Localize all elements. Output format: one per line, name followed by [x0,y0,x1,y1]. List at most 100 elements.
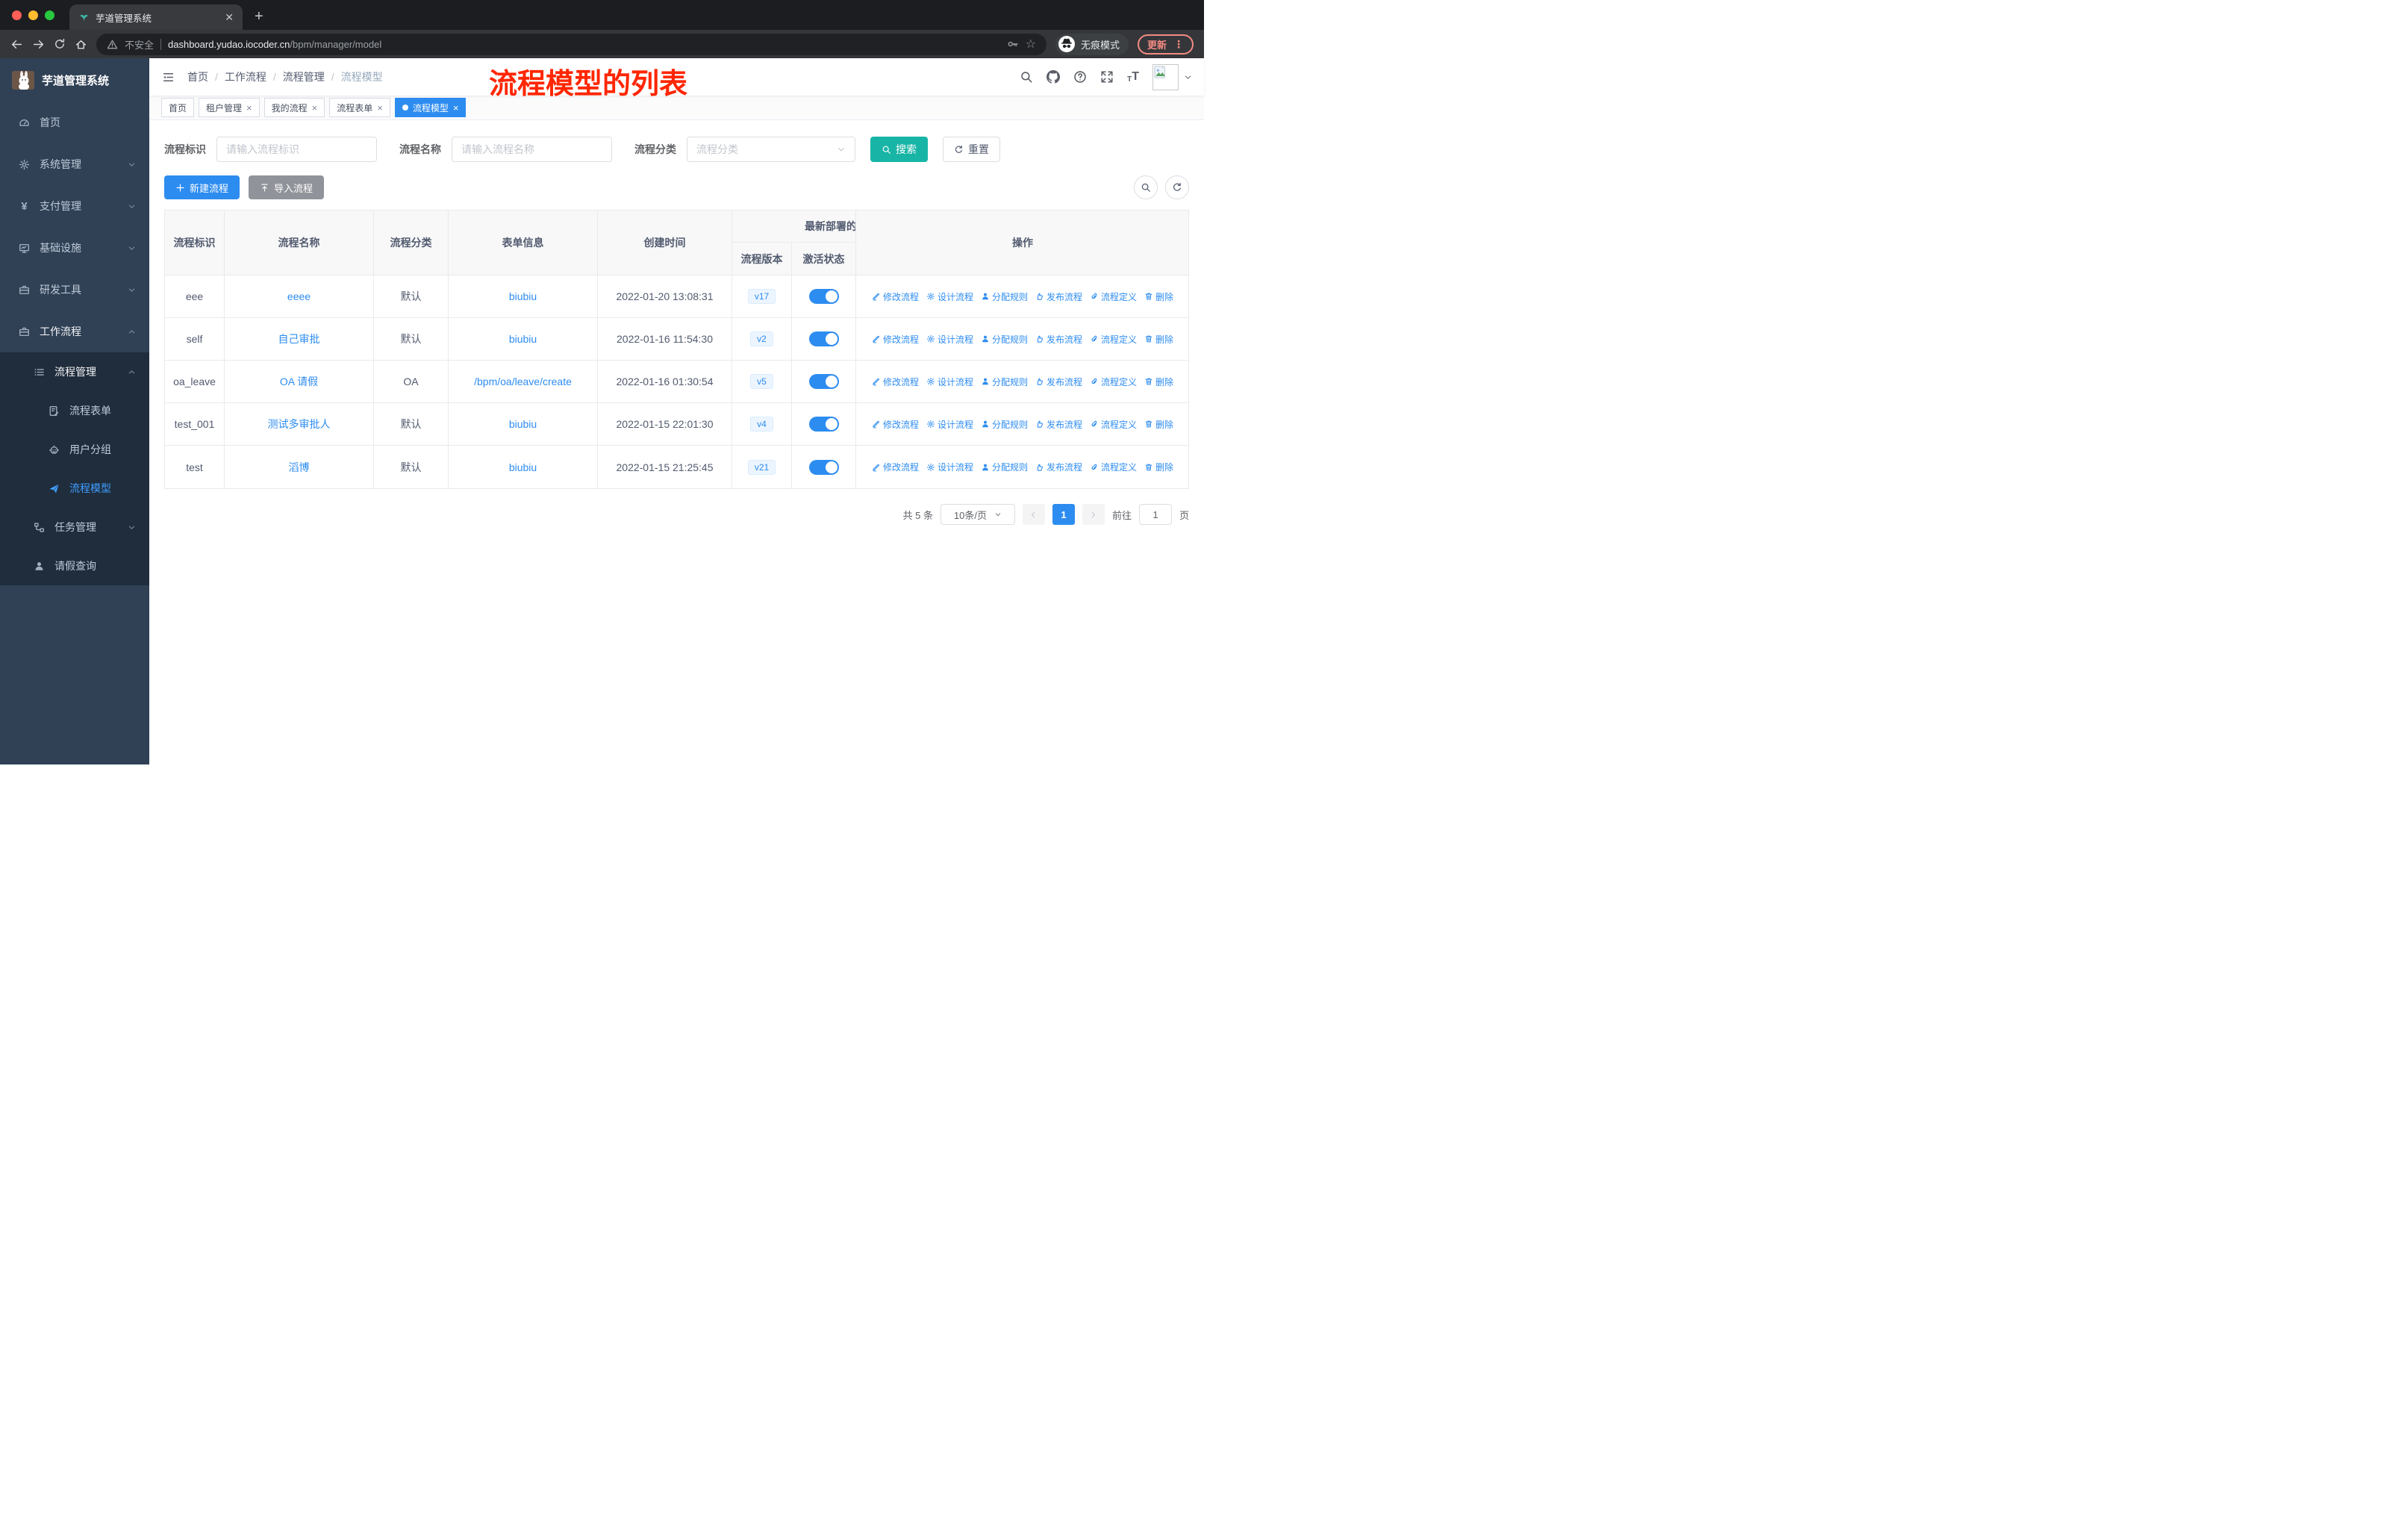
page-number-button[interactable]: 1 [1052,504,1075,525]
star-icon[interactable]: ☆ [1026,37,1036,52]
action-assign[interactable]: 分配规则 [981,461,1028,473]
model-name-link[interactable]: 滔博 [289,460,310,475]
form-link[interactable]: biubiu [509,290,537,302]
close-icon[interactable]: × [246,103,252,113]
version-tag[interactable]: v5 [750,374,773,389]
model-name-link[interactable]: 自己审批 [278,331,320,346]
action-edit[interactable]: 修改流程 [872,376,919,388]
menu-dots-icon[interactable]: ⋮ [1173,38,1184,51]
tag-item[interactable]: 流程表单 × [329,98,390,117]
sidebar-item-pay[interactable]: ¥ 支付管理 [0,185,149,227]
action-design[interactable]: 设计流程 [926,376,973,388]
github-icon[interactable] [1047,70,1061,84]
action-assign[interactable]: 分配规则 [981,376,1028,388]
import-model-button[interactable]: 导入流程 [249,175,325,199]
form-link[interactable]: /bpm/oa/leave/create [474,376,572,387]
form-link[interactable]: biubiu [509,461,537,473]
font-size-icon[interactable]: TT [1127,70,1139,84]
sidebar-collapse-button[interactable] [161,70,175,84]
status-toggle[interactable] [808,374,839,389]
breadcrumb-item[interactable]: 首页 [187,69,208,84]
prev-page-button[interactable] [1022,504,1045,525]
action-publish[interactable]: 发布流程 [1035,333,1082,346]
fullscreen-icon[interactable] [1100,70,1114,84]
next-page-button[interactable] [1082,504,1105,525]
action-delete[interactable]: 删除 [1144,376,1173,388]
new-tab-button[interactable]: + [255,9,263,24]
tag-item[interactable]: 首页 [161,98,195,117]
user-avatar-menu[interactable] [1152,63,1192,90]
breadcrumb-item[interactable]: 工作流程 [225,69,266,84]
action-publish[interactable]: 发布流程 [1035,376,1082,388]
tab-close-icon[interactable]: ✕ [225,11,234,24]
action-publish[interactable]: 发布流程 [1035,461,1082,473]
sidebar-item-infra[interactable]: 基础设施 [0,227,149,269]
form-link[interactable]: biubiu [509,333,537,345]
action-definition[interactable]: 流程定义 [1090,333,1137,346]
action-assign[interactable]: 分配规则 [981,418,1028,431]
maximize-window-button[interactable] [45,10,54,20]
close-window-button[interactable] [12,10,22,20]
filter-category-select[interactable]: 流程分类 [687,137,855,162]
sidebar-item-user-group[interactable]: 用户分组 [0,430,149,469]
action-edit[interactable]: 修改流程 [872,290,919,303]
action-edit[interactable]: 修改流程 [872,333,919,346]
version-tag[interactable]: v4 [750,417,773,432]
action-design[interactable]: 设计流程 [926,290,973,303]
sidebar-item-bpm-manage[interactable]: 流程管理 [0,352,149,391]
action-publish[interactable]: 发布流程 [1035,418,1082,431]
action-design[interactable]: 设计流程 [926,333,973,346]
action-definition[interactable]: 流程定义 [1090,290,1137,303]
action-delete[interactable]: 删除 [1144,290,1173,303]
tag-item[interactable]: 我的流程 × [263,98,325,117]
action-delete[interactable]: 删除 [1144,418,1173,431]
model-name-link[interactable]: eeee [287,290,311,302]
status-toggle[interactable] [808,331,839,346]
page-size-select[interactable]: 10条/页 [940,504,1015,525]
sidebar-item-bpm-form[interactable]: 流程表单 [0,391,149,430]
close-icon[interactable]: × [453,103,459,113]
action-assign[interactable]: 分配规则 [981,290,1028,303]
filter-name-input[interactable] [452,137,612,162]
sidebar-item-workflow[interactable]: 工作流程 [0,311,149,352]
status-toggle[interactable] [808,459,839,475]
help-icon[interactable] [1073,70,1087,84]
reset-button[interactable]: 重置 [943,137,1000,162]
key-icon[interactable] [1007,38,1019,50]
breadcrumb-item[interactable]: 流程管理 [283,69,325,84]
tag-item[interactable]: 租户管理 × [199,98,260,117]
action-definition[interactable]: 流程定义 [1090,461,1137,473]
sidebar-item-task-manage[interactable]: 任务管理 [0,508,149,546]
form-link[interactable]: biubiu [509,418,537,430]
action-definition[interactable]: 流程定义 [1090,376,1137,388]
action-delete[interactable]: 删除 [1144,333,1173,346]
model-name-link[interactable]: OA 请假 [280,374,318,389]
goto-page-input[interactable] [1138,504,1172,525]
action-publish[interactable]: 发布流程 [1035,290,1082,303]
show-search-button[interactable] [1134,175,1158,199]
version-tag[interactable]: v17 [747,289,776,304]
action-delete[interactable]: 删除 [1144,461,1173,473]
create-model-button[interactable]: 新建流程 [164,175,240,199]
status-toggle[interactable] [808,417,839,432]
minimize-window-button[interactable] [28,10,38,20]
table-refresh-button[interactable] [1165,175,1189,199]
back-icon[interactable] [10,38,23,51]
address-bar[interactable]: 不安全 dashboard.yudao.iocoder.cn/bpm/manag… [96,33,1047,55]
sidebar-item-bpm-model[interactable]: 流程模型 [0,469,149,508]
action-definition[interactable]: 流程定义 [1090,418,1137,431]
sidebar-item-system[interactable]: 系统管理 [0,143,149,185]
tag-item[interactable]: 流程模型 × [394,98,467,117]
model-name-link[interactable]: 测试多审批人 [268,417,331,432]
action-edit[interactable]: 修改流程 [872,461,919,473]
status-toggle[interactable] [808,289,839,304]
filter-key-input[interactable] [216,137,377,162]
close-icon[interactable]: × [377,103,383,113]
close-icon[interactable]: × [312,103,318,113]
action-edit[interactable]: 修改流程 [872,418,919,431]
action-design[interactable]: 设计流程 [926,461,973,473]
avatar[interactable] [1152,63,1179,90]
search-button[interactable]: 搜索 [870,137,928,162]
reload-icon[interactable] [54,38,66,50]
action-design[interactable]: 设计流程 [926,418,973,431]
